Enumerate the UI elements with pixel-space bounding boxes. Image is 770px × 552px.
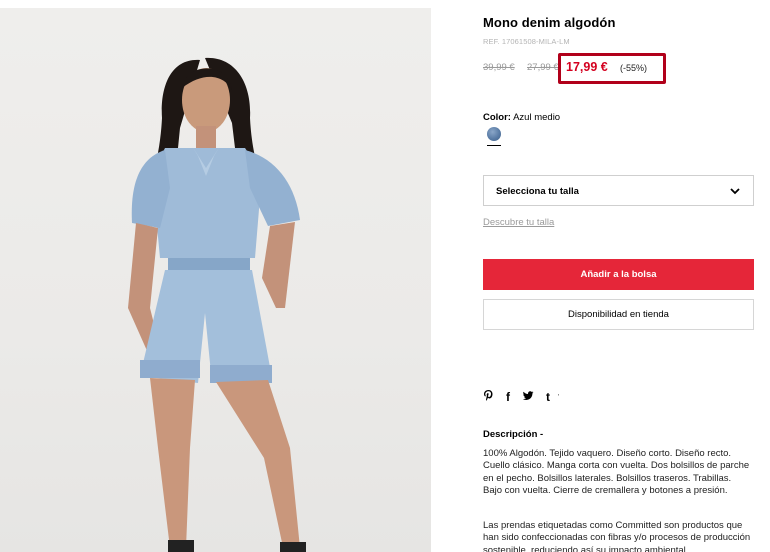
size-select-label: Selecciona tu talla — [496, 186, 579, 197]
size-guide-link[interactable]: Descubre tu talla — [483, 217, 554, 228]
pinterest-icon[interactable] — [483, 389, 494, 405]
discount-badge: (-55%) — [620, 63, 648, 73]
color-value: Azul medio — [513, 112, 561, 123]
sale-price: 17,99 € — [566, 60, 608, 74]
product-title: Mono denim algodón — [483, 15, 616, 30]
more-share-icon[interactable]: ' — [558, 394, 559, 401]
description-text: 100% Algodón. Tejido vaquero. Diseño cor… — [483, 448, 750, 497]
facebook-icon[interactable]: f — [506, 390, 510, 404]
store-availability-button[interactable]: Disponibilidad en tienda — [483, 299, 754, 330]
color-swatch-azul-medio[interactable] — [487, 127, 501, 141]
previous-price: 27,99 € — [527, 62, 559, 73]
product-reference: REF. 17061508-MILA-LM — [483, 37, 570, 46]
color-label-key: Color: — [483, 112, 511, 123]
selected-swatch-indicator — [487, 145, 501, 146]
size-select[interactable]: Selecciona tu talla — [483, 175, 754, 206]
add-to-bag-button[interactable]: Añadir a la bolsa — [483, 259, 754, 290]
product-image[interactable] — [0, 8, 431, 552]
tumblr-icon[interactable]: t — [546, 390, 550, 404]
chevron-down-icon — [730, 188, 740, 195]
twitter-icon[interactable] — [522, 390, 534, 404]
original-price: 39,99 € — [483, 62, 515, 73]
description-heading[interactable]: Descripción - — [483, 429, 543, 440]
sustainability-text: Las prendas etiquetadas como Committed s… — [483, 520, 751, 552]
color-label: Color: Azul medio — [483, 112, 560, 123]
social-share-bar: f t ' — [483, 389, 559, 405]
